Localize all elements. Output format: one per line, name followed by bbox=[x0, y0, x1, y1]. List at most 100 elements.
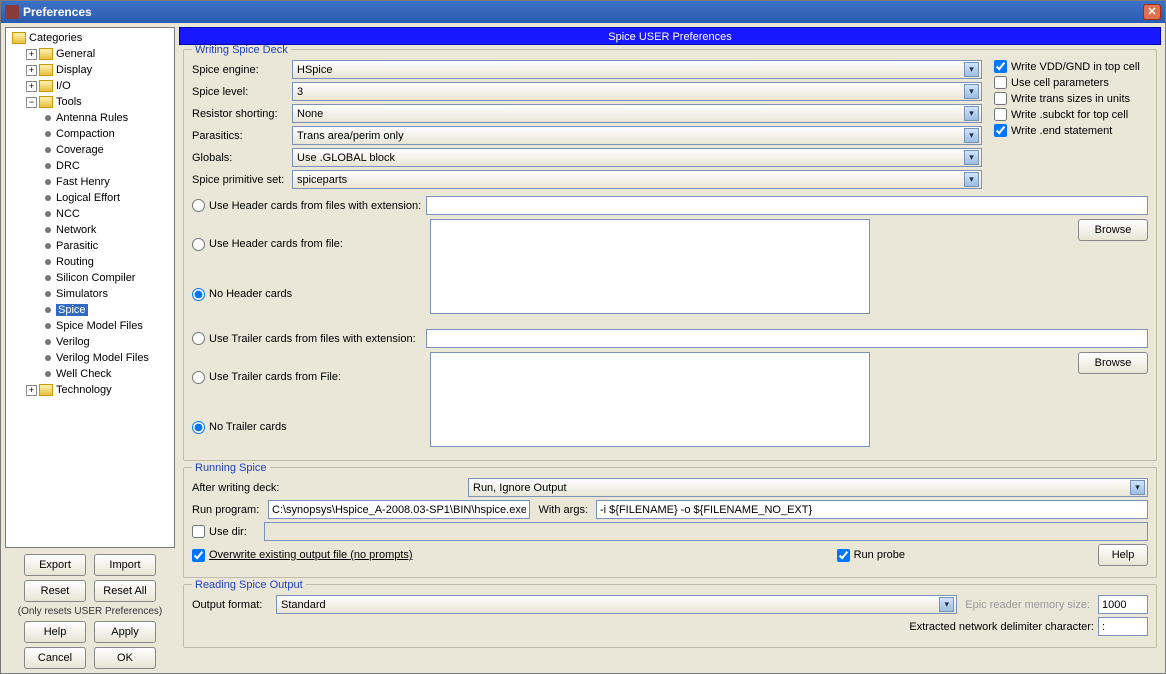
expand-icon[interactable]: + bbox=[26, 65, 37, 76]
bullet-icon bbox=[45, 339, 51, 345]
globals-select[interactable]: Use .GLOBAL block▾ bbox=[292, 148, 982, 167]
header-file-textarea[interactable] bbox=[430, 219, 870, 314]
write-trans-sizes-checkbox[interactable]: Write trans sizes in units bbox=[994, 92, 1148, 105]
export-button[interactable]: Export bbox=[24, 554, 86, 576]
reading-spice-output-group: Reading Spice Output Output format: Stan… bbox=[183, 584, 1157, 648]
folder-icon bbox=[12, 32, 26, 44]
bullet-icon bbox=[45, 243, 51, 249]
primitive-set-select[interactable]: spiceparts▾ bbox=[292, 170, 982, 189]
categories-tree[interactable]: Categories + General + Display + I/O − Tools… bbox=[5, 27, 175, 548]
bullet-icon bbox=[45, 131, 51, 137]
running-spice-group: Running Spice After writing deck:Run, Ig… bbox=[183, 467, 1157, 578]
output-format-select[interactable]: Standard▾ bbox=[276, 595, 957, 614]
reset-button[interactable]: Reset bbox=[24, 580, 86, 602]
label: Spice engine: bbox=[192, 64, 288, 76]
chevron-down-icon: ▾ bbox=[964, 106, 979, 121]
folder-icon bbox=[39, 64, 53, 76]
tree-leaf[interactable]: DRC bbox=[56, 160, 80, 172]
label: Globals: bbox=[192, 152, 288, 164]
tree-root[interactable]: Categories bbox=[29, 32, 82, 44]
bullet-icon bbox=[45, 275, 51, 281]
tree-leaf[interactable]: Verilog bbox=[56, 336, 90, 348]
tree-leaf[interactable]: Spice Model Files bbox=[56, 320, 143, 332]
tree-leaf[interactable]: Network bbox=[56, 224, 96, 236]
label: Spice primitive set: bbox=[192, 174, 288, 186]
expand-icon[interactable]: + bbox=[26, 385, 37, 396]
header-ext-input[interactable] bbox=[426, 196, 1148, 215]
trailer-ext-input[interactable] bbox=[426, 329, 1148, 348]
trailer-file-textarea[interactable] bbox=[430, 352, 870, 447]
reset-note: (Only resets USER Preferences) bbox=[18, 606, 163, 617]
browse-trailer-button[interactable]: Browse bbox=[1078, 352, 1148, 374]
run-probe-checkbox[interactable]: Run probe bbox=[837, 549, 905, 562]
run-program-input[interactable] bbox=[268, 500, 530, 519]
tree-leaf[interactable]: Fast Henry bbox=[56, 176, 110, 188]
bullet-icon bbox=[45, 323, 51, 329]
use-dir-input bbox=[264, 522, 1148, 541]
tree-leaf[interactable]: NCC bbox=[56, 208, 80, 220]
use-cell-params-checkbox[interactable]: Use cell parameters bbox=[994, 76, 1148, 89]
after-writing-deck-select[interactable]: Run, Ignore Output▾ bbox=[468, 478, 1148, 497]
tree-item[interactable]: General bbox=[56, 48, 95, 60]
tree-leaf[interactable]: Antenna Rules bbox=[56, 112, 128, 124]
label: Extracted network delimiter character: bbox=[909, 621, 1094, 633]
reset-all-button[interactable]: Reset All bbox=[94, 580, 156, 602]
tree-item[interactable]: Tools bbox=[56, 96, 82, 108]
apply-button[interactable]: Apply bbox=[94, 621, 156, 643]
bullet-icon bbox=[45, 371, 51, 377]
bullet-icon bbox=[45, 227, 51, 233]
write-vdd-gnd-checkbox[interactable]: Write VDD/GND in top cell bbox=[994, 60, 1148, 73]
spice-engine-select[interactable]: HSpice▾ bbox=[292, 60, 982, 79]
expand-icon[interactable]: + bbox=[26, 49, 37, 60]
tree-leaf-selected[interactable]: Spice bbox=[56, 304, 88, 316]
trailer-file-radio[interactable]: Use Trailer cards from File: bbox=[192, 371, 422, 384]
chevron-down-icon: ▾ bbox=[939, 597, 954, 612]
tree-leaf[interactable]: Silicon Compiler bbox=[56, 272, 135, 284]
trailer-ext-radio[interactable]: Use Trailer cards from files with extens… bbox=[192, 332, 422, 345]
tree-item[interactable]: I/O bbox=[56, 80, 71, 92]
header-ext-radio[interactable]: Use Header cards from files with extensi… bbox=[192, 199, 422, 212]
write-end-checkbox[interactable]: Write .end statement bbox=[994, 124, 1148, 137]
bullet-icon bbox=[45, 259, 51, 265]
use-dir-checkbox[interactable]: Use dir: bbox=[192, 525, 260, 538]
bullet-icon bbox=[45, 291, 51, 297]
overwrite-checkbox[interactable]: Overwrite existing output file (no promp… bbox=[192, 549, 413, 562]
help-button[interactable]: Help bbox=[1098, 544, 1148, 566]
header-file-radio[interactable]: Use Header cards from file: bbox=[192, 238, 422, 251]
tree-leaf[interactable]: Well Check bbox=[56, 368, 111, 380]
group-legend: Writing Spice Deck bbox=[192, 45, 291, 56]
no-header-radio[interactable]: No Header cards bbox=[192, 288, 422, 301]
cancel-button[interactable]: Cancel bbox=[24, 647, 86, 669]
app-icon bbox=[5, 5, 19, 19]
write-subckt-checkbox[interactable]: Write .subckt for top cell bbox=[994, 108, 1148, 121]
spice-level-select[interactable]: 3▾ bbox=[292, 82, 982, 101]
help-button[interactable]: Help bbox=[24, 621, 86, 643]
close-icon[interactable]: ✕ bbox=[1143, 4, 1161, 20]
folder-icon bbox=[39, 48, 53, 60]
tree-leaf[interactable]: Simulators bbox=[56, 288, 108, 300]
ok-button[interactable]: OK bbox=[94, 647, 156, 669]
parasitics-select[interactable]: Trans area/perim only▾ bbox=[292, 126, 982, 145]
tree-item[interactable]: Technology bbox=[56, 384, 112, 396]
with-args-input[interactable] bbox=[596, 500, 1148, 519]
tree-leaf[interactable]: Coverage bbox=[56, 144, 104, 156]
import-button[interactable]: Import bbox=[94, 554, 156, 576]
expand-icon[interactable]: + bbox=[26, 81, 37, 92]
label: With args: bbox=[534, 504, 592, 516]
bullet-icon bbox=[45, 355, 51, 361]
tree-leaf[interactable]: Parasitic bbox=[56, 240, 98, 252]
browse-header-button[interactable]: Browse bbox=[1078, 219, 1148, 241]
chevron-down-icon: ▾ bbox=[964, 62, 979, 77]
tree-leaf[interactable]: Logical Effort bbox=[56, 192, 120, 204]
delimiter-input[interactable] bbox=[1098, 617, 1148, 636]
tree-leaf[interactable]: Routing bbox=[56, 256, 94, 268]
folder-icon bbox=[39, 96, 53, 108]
tree-leaf[interactable]: Compaction bbox=[56, 128, 115, 140]
tree-leaf[interactable]: Verilog Model Files bbox=[56, 352, 149, 364]
bullet-icon bbox=[45, 307, 51, 313]
label: Run program: bbox=[192, 504, 264, 516]
resistor-shorting-select[interactable]: None▾ bbox=[292, 104, 982, 123]
no-trailer-radio[interactable]: No Trailer cards bbox=[192, 421, 422, 434]
tree-item[interactable]: Display bbox=[56, 64, 92, 76]
collapse-icon[interactable]: − bbox=[26, 97, 37, 108]
